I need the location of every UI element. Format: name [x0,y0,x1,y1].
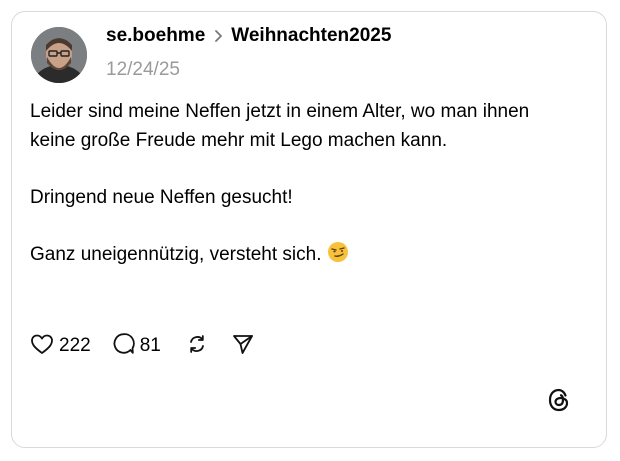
action-bar: 222 81 [30,332,255,360]
topic-tag[interactable]: Weihnachten2025 [231,25,391,47]
smirking-face-emoji [327,241,349,263]
comment-icon [112,332,135,360]
post-date: 12/24/25 [106,59,180,80]
post-paragraph: Dringend neue Neffen gesucht! [30,187,293,208]
post-body: Leider sind meine Neffen jetzt in einem … [30,97,570,297]
like-button[interactable]: 222 [30,333,91,360]
share-icon [231,333,255,360]
avatar-image [31,27,87,83]
post-paragraph: Leider sind meine Neffen jetzt in einem … [30,101,530,151]
like-count: 222 [59,335,91,356]
reply-button[interactable]: 81 [112,332,161,360]
post-header: se.boehme Weihnachten2025 [106,22,391,50]
avatar[interactable] [31,27,87,83]
repost-button[interactable] [186,333,208,360]
username[interactable]: se.boehme [106,25,205,47]
repost-icon [186,333,208,360]
post-paragraph: Ganz uneigennützig, versteht sich. [30,240,570,269]
share-button[interactable] [231,333,255,360]
heart-icon [30,333,54,360]
chevron-right-icon [214,29,223,43]
reply-count: 81 [139,335,161,356]
threads-logo[interactable] [546,387,572,413]
